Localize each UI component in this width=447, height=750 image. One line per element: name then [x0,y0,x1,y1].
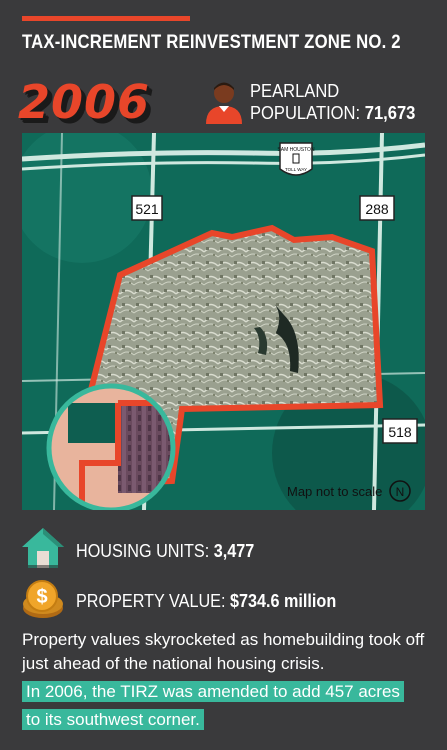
highway-288-shield: 288 [359,195,395,221]
population-block: PEARLAND POPULATION: 71,673 [250,80,415,124]
tirz-map: 521 288 518 SAM HOUSTON TOLL WAY Map not… [22,133,425,510]
city-name: PEARLAND [250,81,340,101]
housing-value: 3,477 [213,541,255,561]
housing-units: HOUSING UNITS: 3,477 [76,541,254,562]
property-amount: $734.6 million [229,591,337,611]
svg-text:TOLL WAY: TOLL WAY [285,167,307,172]
page-title: TAX-INCREMENT REINVESTMENT ZONE NO. 2 [22,32,401,53]
year-heading: 2006 [18,75,151,129]
housing-label: HOUSING UNITS: [76,541,210,561]
house-icon [22,528,64,568]
population-value: 71,673 [364,103,416,123]
property-label: PROPERTY VALUE: [76,591,226,611]
svg-text:SAM HOUSTON: SAM HOUSTON [277,147,315,153]
highway-518-shield: 518 [382,418,418,444]
svg-text:521: 521 [135,201,159,217]
description-highlight: In 2006, the TIRZ was amended to add 457… [22,681,404,730]
population-line: POPULATION: 71,673 [250,102,415,124]
svg-text:N: N [396,485,405,499]
population-label: POPULATION: [250,103,361,123]
highway-521-shield: 521 [131,195,163,221]
description-main: Property values skyrocketed as homebuild… [22,630,425,673]
map-scale-note: Map not to scale [287,484,382,499]
description: Property values skyrocketed as homebuild… [22,628,432,734]
dollar-coin-icon: $ [23,580,63,618]
property-value: PROPERTY VALUE: $734.6 million [76,591,336,612]
tollway-shield: SAM HOUSTON TOLL WAY [277,142,315,176]
svg-text:$: $ [36,586,47,608]
top-accent-bar [22,16,190,21]
person-icon [206,82,242,124]
description-highlight-wrap: In 2006, the TIRZ was amended to add 457… [22,678,412,734]
svg-text:288: 288 [365,201,389,217]
svg-text:518: 518 [388,424,412,440]
